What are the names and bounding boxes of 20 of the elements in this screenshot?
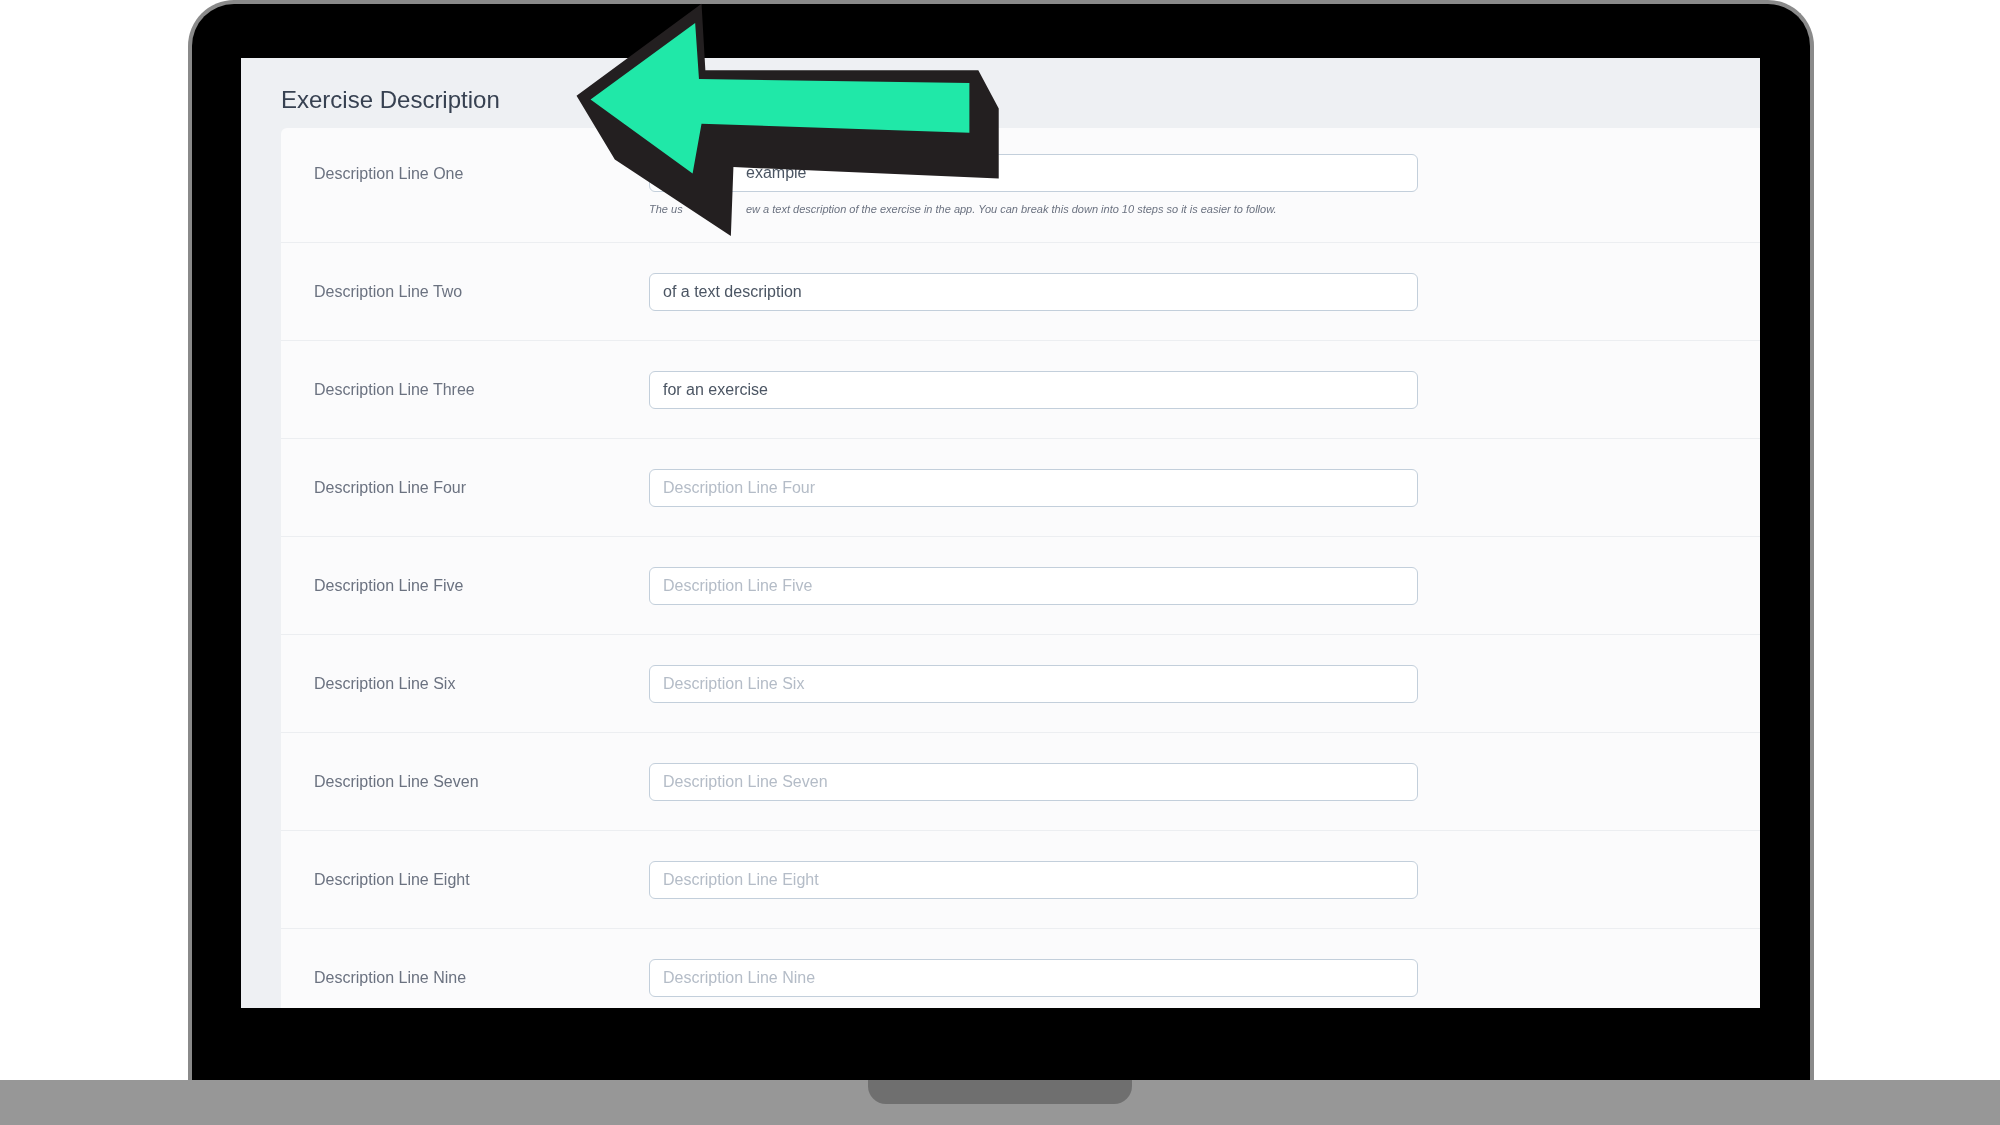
field-label: Description Line Four [313, 477, 468, 498]
text-field[interactable]: for an exercise [649, 370, 1418, 409]
field-label: Description Line Seven [313, 771, 480, 792]
text-field[interactable]: Description Line Six [649, 664, 1418, 703]
field-label: Description Line Three [313, 379, 476, 400]
field-label: Description Line Eight [313, 869, 471, 890]
field-label: Description Line One [313, 164, 465, 184]
section-title: Exercise Description [281, 85, 500, 115]
field-label: Description Line Nine [313, 967, 468, 988]
text-field[interactable]: of a text description [649, 272, 1418, 311]
text-field[interactable]: Description Line Seven [649, 762, 1418, 801]
hint-text: The us [649, 202, 684, 217]
text-field[interactable]: Description Line Nine [649, 958, 1418, 997]
text-field[interactable]: Description Line Four [649, 468, 1418, 507]
text-field[interactable]: Description Line Five [649, 566, 1418, 605]
field-label: Description Line Five [313, 575, 465, 596]
text-field[interactable]: Description Line Eight [649, 860, 1418, 899]
field-label: Description Line Two [313, 281, 464, 302]
hint-text: ew a text description of the exercise in the app. You can break this down into 10 steps so it is easier to follow. [746, 202, 1277, 217]
field-label: Description Line Six [313, 673, 457, 694]
